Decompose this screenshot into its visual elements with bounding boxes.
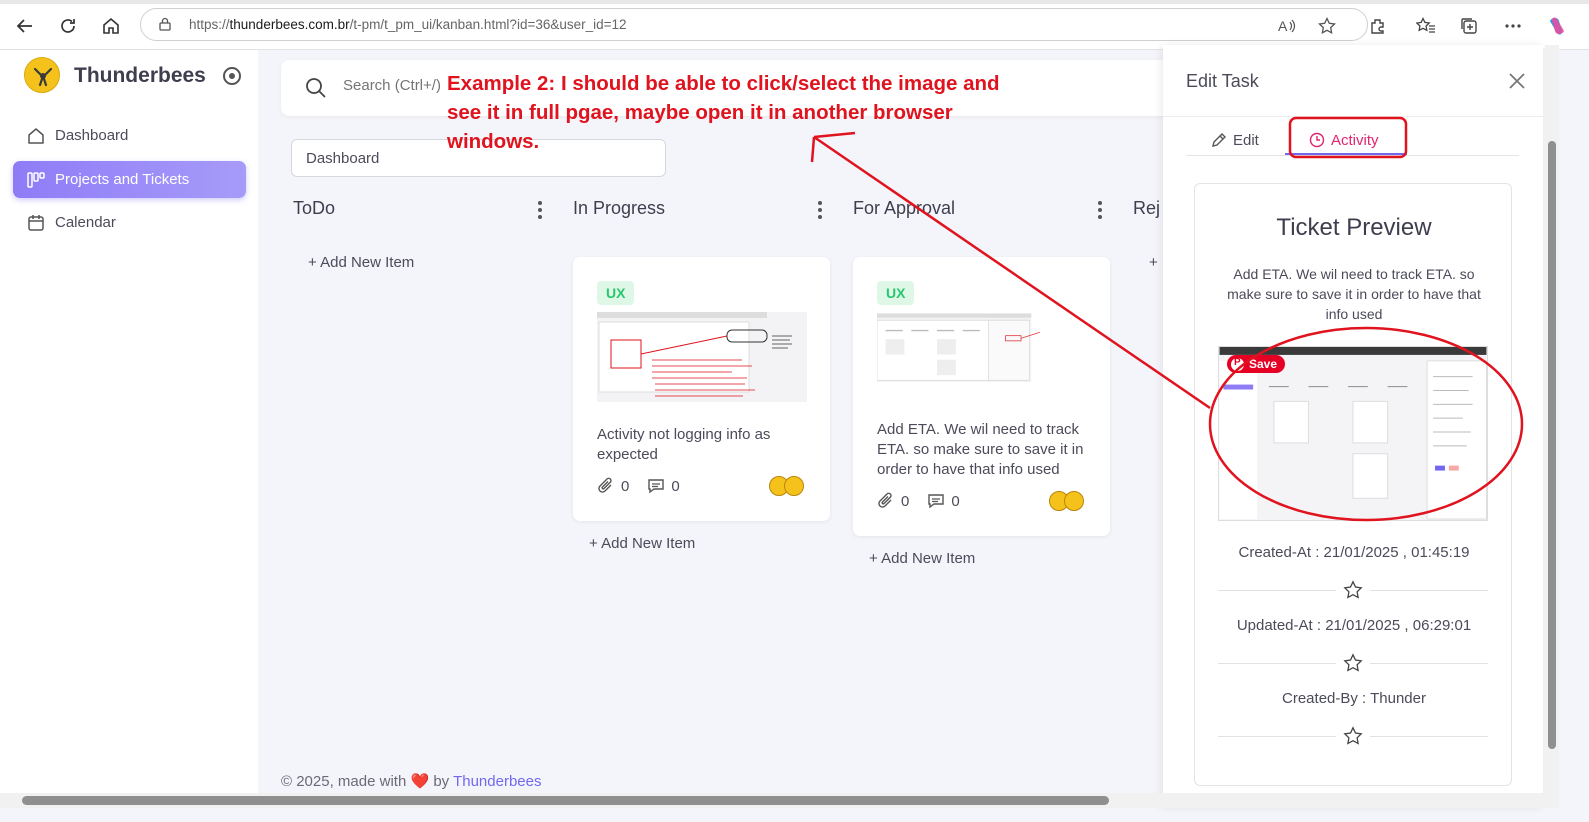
star-icon[interactable] [1343,653,1363,673]
attachments-count[interactable]: 0 [597,477,629,495]
home-icon [27,127,45,145]
column-title-rejected: Rej [1133,198,1161,218]
sidebar-item-calendar[interactable]: Calendar [13,204,246,241]
comment-icon [648,479,665,494]
card-image-thumbnail[interactable] [877,312,1057,392]
scrollbar-thumb[interactable] [22,796,1109,805]
avatar[interactable] [784,476,804,496]
tab-strip [0,0,1589,4]
sidebar-item-dashboard[interactable]: Dashboard [13,117,246,154]
avatar[interactable] [1064,491,1084,511]
divider [1163,116,1543,117]
pinterest-save-button[interactable]: Save [1227,355,1286,373]
star-divider [1218,653,1488,675]
star-icon[interactable] [1343,580,1363,600]
url-text[interactable]: https://thunderbees.com.br/t-pm/t_pm_ui/… [189,17,627,32]
add-new-item-button[interactable]: + [1149,254,1158,271]
home-icon[interactable] [97,12,125,40]
card-title: Activity not logging info as expected [597,426,771,463]
tab-edit[interactable]: Edit [1211,125,1259,155]
ticket-preview-card: Ticket Preview Add ETA. We wil need to t… [1194,183,1512,786]
sidebar: Thunderbees Dashboard Projects and Ticke… [0,50,258,808]
created-at: Created-At : 21/01/2025 , 01:45:19 [1238,544,1470,561]
sidebar-item-projects-and-tickets[interactable]: Projects and Tickets [13,161,246,198]
scrollbar-thumb[interactable] [1548,141,1556,749]
edit-task-panel: Edit Task Edit Activity Ticket Preview A… [1163,45,1543,808]
card-title: Add ETA. We wil need to track ETA. so ma… [877,421,1084,478]
favorite-star-icon[interactable] [1316,15,1338,37]
kanban-icon [27,171,45,189]
kanban-card[interactable]: UX Activity not logging info as expected… [573,257,830,521]
browser-toolbar: https://thunderbees.com.br/t-pm/t_pm_ui/… [0,0,1589,50]
label-badge: UX [877,281,915,305]
divider [1186,155,1519,156]
kanban-main: Dashboard ToDo In Progress For Approval … [258,50,1181,808]
address-bar[interactable]: https://thunderbees.com.br/t-pm/t_pm_ui/… [140,8,1368,41]
kanban-card[interactable]: UX Add ETA. We wil need to track ETA. so… [853,257,1110,536]
vertical-scrollbar[interactable] [1545,45,1559,808]
sidebar-item-label: Dashboard [55,127,129,144]
footer-link[interactable]: Thunderbees [453,773,541,790]
pinterest-icon [1231,357,1244,371]
read-aloud-icon[interactable]: A [1276,15,1298,37]
column-title-todo: ToDo [293,198,336,218]
svg-text:A: A [1278,18,1288,34]
card-image-thumbnail[interactable] [597,312,807,402]
paperclip-icon [598,477,612,493]
column-title-for-approval: For Approval [853,198,956,218]
column-menu-icon[interactable] [817,201,823,219]
search-icon[interactable] [305,77,327,99]
copilot-icon[interactable] [1544,13,1570,39]
clock-icon [1309,132,1325,148]
column-menu-icon[interactable] [537,201,543,219]
calendar-icon [27,214,45,232]
sidebar-item-label: Calendar [55,214,116,231]
sidebar-item-label: Projects and Tickets [55,171,190,188]
add-new-item-button[interactable]: + Add New Item [589,535,695,552]
footer: © 2025, made with ❤️ by Thunderbees [281,773,542,790]
preview-description: Add ETA. We wil need to track ETA. so ma… [1227,266,1481,322]
close-icon[interactable] [1506,70,1528,92]
edit-icon [1212,133,1226,147]
star-divider [1218,726,1488,748]
sidebar-toggle-icon[interactable] [223,67,241,85]
panel-title: Edit Task [1186,71,1259,91]
tab-activity[interactable]: Activity [1309,125,1379,155]
collections-icon[interactable] [1456,13,1482,39]
comments-count[interactable]: 0 [927,492,960,510]
card-meta: 0 0 [597,477,698,495]
add-new-item-button[interactable]: + Add New Item [869,550,975,567]
add-new-item-button[interactable]: + Add New Item [308,254,414,271]
heart-icon: ❤️ [410,773,430,790]
favorites-icon[interactable] [1413,13,1439,39]
created-by: Created-By : Thunder [1282,690,1426,707]
horizontal-scrollbar[interactable] [0,793,1545,808]
updated-at: Updated-At : 21/01/2025 , 06:29:01 [1236,617,1472,634]
card-meta: 0 0 [877,492,978,510]
thunderbees-logo[interactable] [24,57,60,93]
preview-title: Ticket Preview [1276,214,1432,241]
label-badge: UX [597,281,635,305]
annotation-note: Example 2: I should be able to click/sel… [447,72,1000,153]
assignee-avatars [769,476,804,496]
assignee-avatars [1049,491,1084,511]
back-icon[interactable] [11,12,39,40]
brand-name[interactable]: Thunderbees [74,64,206,88]
refresh-icon[interactable] [54,12,82,40]
column-menu-icon[interactable] [1097,201,1103,219]
extensions-icon[interactable] [1365,13,1391,39]
paperclip-icon [878,492,892,508]
column-title-in-progress: In Progress [573,198,666,218]
attachments-count[interactable]: 0 [877,492,909,510]
star-icon[interactable] [1343,726,1363,746]
comments-count[interactable]: 0 [647,477,680,495]
lock-icon[interactable] [158,17,172,31]
comment-icon [928,494,945,509]
star-divider [1218,580,1488,602]
more-menu-icon[interactable] [1500,13,1526,39]
